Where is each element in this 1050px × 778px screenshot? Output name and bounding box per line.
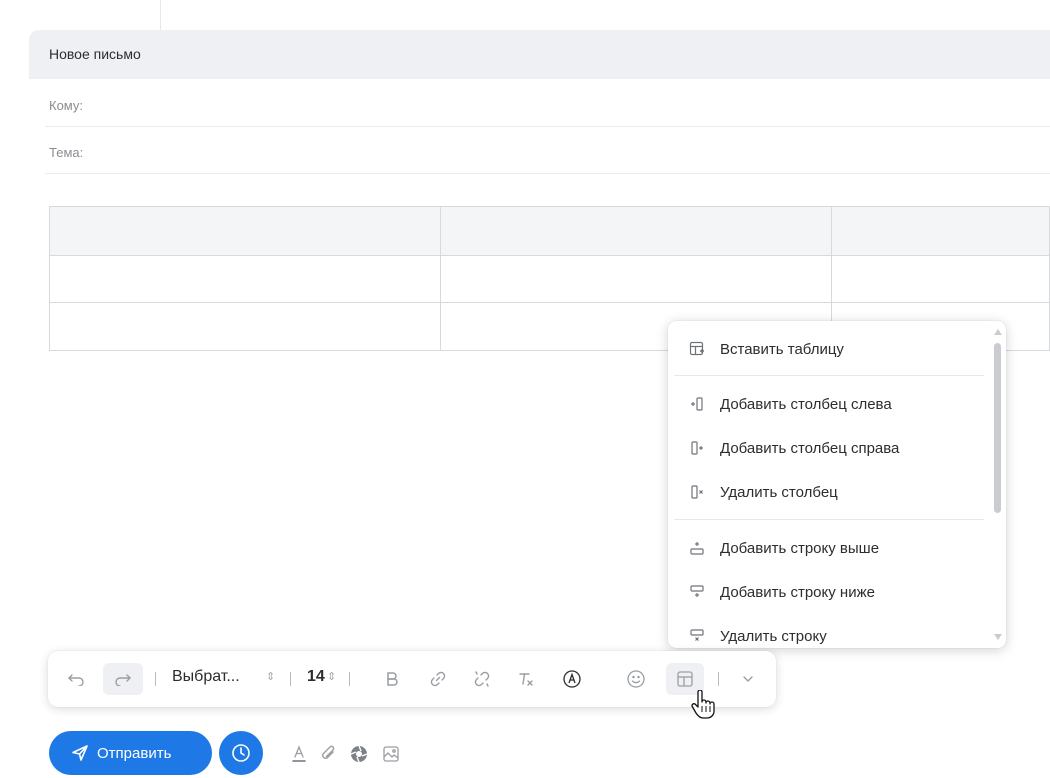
- add-column-left-icon: [688, 395, 706, 413]
- table-icon: [677, 671, 693, 687]
- to-field[interactable]: Кому:: [45, 80, 1050, 127]
- more-button[interactable]: [736, 665, 760, 693]
- signature-button[interactable]: [558, 665, 586, 693]
- menu-divider: [674, 519, 984, 520]
- table-row: [49, 206, 1050, 256]
- toolbar-divider: [349, 672, 350, 686]
- menu-item-delete-row[interactable]: Удалить строку: [668, 619, 986, 648]
- table-cell[interactable]: [830, 255, 1050, 303]
- toolbar-divider: [155, 672, 156, 686]
- scroll-thumb[interactable]: [994, 343, 1001, 513]
- menu-item-label: Добавить строку ниже: [720, 583, 875, 601]
- pane-divider: [160, 0, 161, 30]
- scroll-down-arrow-icon[interactable]: [994, 634, 1002, 640]
- menu-item-add-row-above[interactable]: Добавить строку выше: [668, 531, 986, 565]
- subject-label: Тема:: [49, 145, 84, 160]
- menu-item-label: Добавить столбец справа: [720, 439, 900, 457]
- menu-scrollbar[interactable]: [993, 327, 1002, 642]
- menu-item-delete-column[interactable]: Удалить столбец: [668, 475, 986, 509]
- unlink-button[interactable]: [468, 665, 496, 693]
- schedule-send-button[interactable]: [219, 731, 263, 775]
- subject-field[interactable]: Тема:: [45, 127, 1050, 174]
- send-button[interactable]: Отправить: [49, 731, 212, 775]
- font-size-select[interactable]: 14: [307, 668, 325, 686]
- chevron-down-icon: [743, 676, 753, 682]
- to-label: Кому:: [49, 98, 83, 113]
- menu-item-add-column-right[interactable]: Добавить столбец справа: [668, 431, 986, 465]
- table-row: [49, 255, 1050, 303]
- insert-image-button[interactable]: [379, 742, 403, 766]
- bold-icon: [387, 672, 398, 686]
- delete-column-icon: [688, 483, 706, 501]
- add-row-below-icon: [688, 583, 706, 601]
- redo-button[interactable]: [103, 663, 143, 695]
- table-menu: Вставить таблицу Добавить столбец слева …: [668, 321, 1006, 648]
- table-cell[interactable]: [439, 255, 832, 303]
- send-label: Отправить: [97, 744, 172, 762]
- insert-table-icon: [688, 340, 706, 358]
- format-toolbar: Выбрат... ⇕ 14 ⇕: [48, 651, 776, 707]
- text-color-icon: [292, 745, 306, 762]
- toolbar-divider: [290, 672, 291, 686]
- undo-icon: [68, 674, 84, 686]
- emoji-icon: [627, 670, 645, 688]
- compose-header: Новое письмо: [29, 30, 1050, 79]
- menu-item-label: Добавить строку выше: [720, 539, 880, 557]
- font-family-select[interactable]: Выбрат...: [172, 668, 240, 686]
- menu-item-label: Вставить таблицу: [720, 340, 844, 358]
- cloud-icon: [350, 745, 368, 763]
- redo-icon: [115, 674, 131, 686]
- cloud-attach-button[interactable]: [347, 742, 371, 766]
- menu-item-add-column-left[interactable]: Добавить столбец слева: [668, 387, 986, 421]
- menu-item-label: Удалить столбец: [720, 483, 838, 501]
- menu-item-add-row-below[interactable]: Добавить строку ниже: [668, 575, 986, 609]
- compose-title: Новое письмо: [49, 46, 141, 62]
- menu-divider: [674, 375, 984, 376]
- link-icon: [430, 671, 446, 687]
- attach-button[interactable]: [317, 742, 341, 766]
- add-row-above-icon: [688, 539, 706, 557]
- image-icon: [383, 746, 399, 762]
- toolbar-divider: [718, 672, 719, 686]
- paperclip-icon: [322, 745, 335, 759]
- undo-button[interactable]: [62, 665, 90, 693]
- select-arrows-icon: ⇕: [266, 671, 276, 683]
- table-cell[interactable]: [49, 206, 441, 256]
- table-cell[interactable]: [830, 206, 1050, 256]
- menu-item-label: Удалить строку: [720, 627, 827, 645]
- clear-format-button[interactable]: [512, 665, 540, 693]
- table-cell[interactable]: [49, 302, 441, 351]
- bold-button[interactable]: [378, 665, 406, 693]
- delete-row-icon: [688, 627, 706, 645]
- emoji-button[interactable]: [622, 665, 650, 693]
- clock-icon: [232, 744, 250, 762]
- send-icon: [71, 744, 89, 762]
- signature-icon: [563, 670, 581, 688]
- unlink-icon: [474, 671, 490, 687]
- menu-item-insert-table[interactable]: Вставить таблицу: [668, 332, 986, 366]
- table-cell[interactable]: [49, 255, 441, 303]
- text-color-button[interactable]: [287, 742, 311, 766]
- menu-item-label: Добавить столбец слева: [720, 395, 892, 413]
- link-button[interactable]: [424, 665, 452, 693]
- hand-cursor-icon: [690, 689, 716, 725]
- add-column-right-icon: [688, 439, 706, 457]
- clear-format-icon: [519, 673, 533, 686]
- table-cell[interactable]: [439, 206, 832, 256]
- scroll-up-arrow-icon[interactable]: [994, 329, 1002, 335]
- select-arrows-icon: ⇕: [327, 671, 337, 683]
